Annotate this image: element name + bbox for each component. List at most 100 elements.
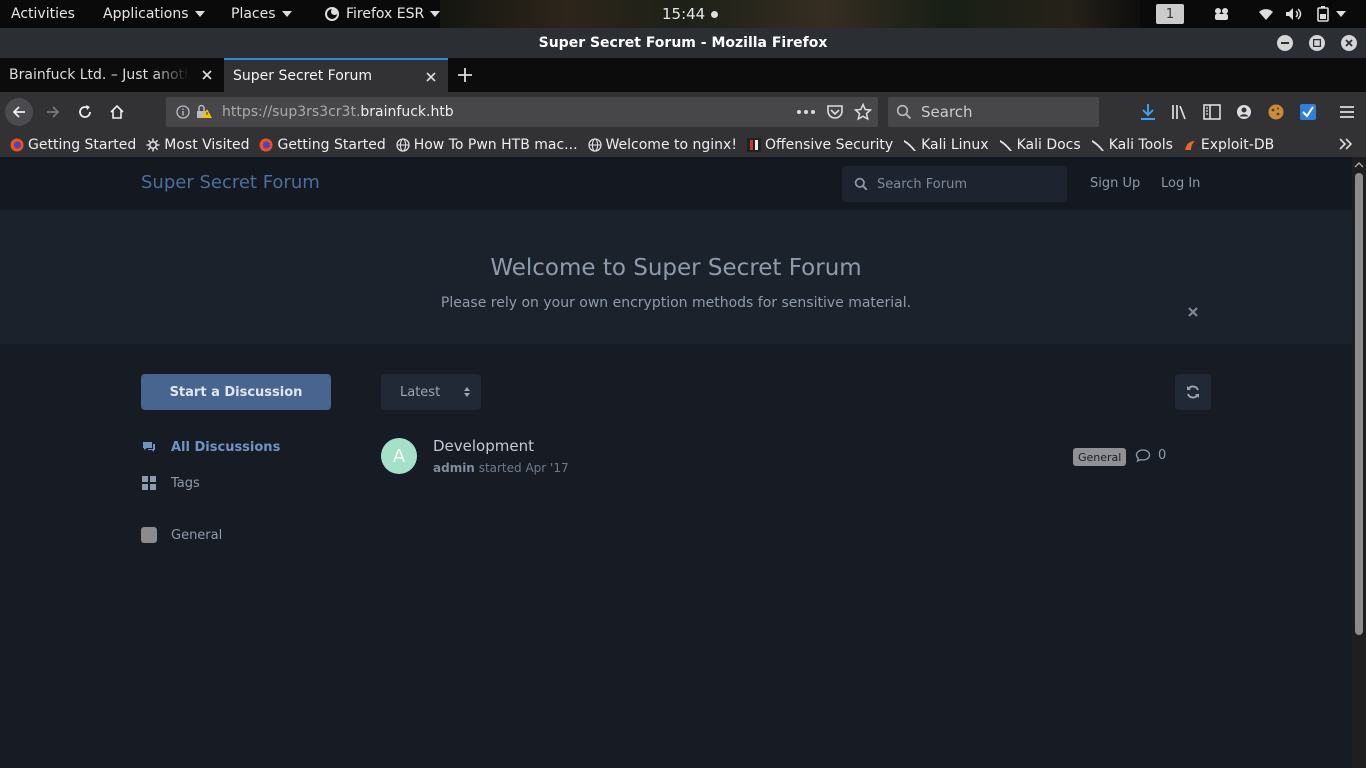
bookmark-how-to-pwn[interactable]: How To Pwn HTB mac... (396, 137, 578, 153)
scroll-up-icon[interactable] (1352, 159, 1366, 171)
activities-button[interactable]: Activities (11, 0, 75, 28)
applications-label: Applications (103, 6, 189, 22)
search-icon (896, 104, 912, 120)
close-tab-icon[interactable] (424, 70, 438, 84)
exploitdb-icon (1184, 140, 1195, 150)
forum-title-link[interactable]: Super Secret Forum (141, 172, 320, 193)
bookmark-label: Kali Docs (1016, 136, 1081, 153)
bookmark-label: Welcome to nginx! (605, 136, 737, 153)
web-search-bar[interactable]: Search (888, 97, 1099, 127)
applications-menu[interactable]: Applications (103, 0, 205, 28)
bookmark-getting-started[interactable]: Getting Started (10, 137, 136, 153)
navigation-toolbar: https://sup3rs3cr3t. brainfuck.htb Search (0, 92, 1366, 132)
places-menu[interactable]: Places (231, 0, 292, 28)
bookmark-welcome-nginx[interactable]: Welcome to nginx! (587, 136, 737, 153)
places-label: Places (231, 6, 276, 22)
tag-badge[interactable]: General (1073, 448, 1127, 466)
power-menu[interactable] (1316, 0, 1346, 28)
start-discussion-button[interactable]: Start a Discussion (141, 374, 331, 410)
sidebar-item-label: All Discussions (171, 439, 281, 455)
reply-count: 0 (1135, 448, 1166, 463)
battery-icon (1317, 6, 1329, 22)
firefox-icon (325, 7, 339, 21)
video-call-icon[interactable] (1213, 0, 1231, 28)
bookmark-kali-tools[interactable]: Kali Tools (1091, 137, 1173, 153)
tab-brainfuck[interactable]: Brainfuck Ltd. – Just another WordPress … (0, 58, 224, 92)
forum-search-input[interactable]: Search Forum (842, 166, 1067, 202)
forum-search-placeholder: Search Forum (877, 176, 968, 192)
tag-color-swatch (141, 527, 157, 543)
grid-icon (142, 476, 156, 490)
home-button[interactable] (103, 98, 131, 126)
log-in-link[interactable]: Log In (1161, 176, 1200, 191)
bookmark-label: Kali Tools (1108, 136, 1173, 153)
refresh-button[interactable] (1175, 374, 1211, 410)
discussion-author[interactable]: admin (433, 461, 475, 475)
firefox-label: Firefox ESR (346, 6, 425, 22)
window-title: Super Secret Forum - Mozilla Firefox (538, 35, 828, 51)
page-content: Super Secret Forum Search Forum Sign Up … (0, 157, 1352, 768)
firefox-app-menu[interactable]: Firefox ESR (324, 0, 441, 28)
notification-dot-icon (711, 10, 719, 18)
search-icon (854, 177, 868, 191)
discussion-title-link[interactable]: Development (433, 437, 534, 455)
library-icon[interactable] (1170, 102, 1190, 122)
bookmark-exploit-db[interactable]: Exploit-DB (1183, 137, 1274, 153)
insecure-lock-icon[interactable] (195, 104, 213, 120)
activities-label: Activities (11, 6, 75, 22)
bookmark-getting-started-2[interactable]: Getting Started (259, 137, 386, 153)
kali-icon (1091, 139, 1104, 151)
bookmark-label: Exploit-DB (1200, 136, 1275, 153)
sidebar-item-all-discussions[interactable]: All Discussions (141, 439, 280, 455)
bookmark-offensive-security[interactable]: Offensive Security (746, 137, 893, 153)
forward-button[interactable] (39, 98, 67, 126)
reply-count-value: 0 (1158, 448, 1167, 463)
avatar[interactable]: A (381, 438, 417, 474)
maximize-icon (1313, 39, 1321, 47)
volume-icon[interactable] (1285, 0, 1303, 28)
tab-super-secret-forum[interactable]: Super Secret Forum (224, 58, 448, 92)
chevron-double-right-icon[interactable] (1338, 137, 1354, 151)
chevron-down-icon (194, 11, 205, 17)
workspace-indicator[interactable]: 1 (1156, 0, 1184, 28)
close-window-button[interactable] (1341, 35, 1357, 51)
checklist-extension-icon[interactable] (1298, 102, 1318, 122)
bookmark-kali-docs[interactable]: Kali Docs (999, 137, 1081, 153)
vertical-scrollbar[interactable] (1352, 157, 1366, 768)
welcome-hero: Welcome to Super Secret Forum Please rel… (0, 210, 1352, 344)
wifi-icon[interactable] (1258, 0, 1274, 28)
discussion-started: started Apr '17 (478, 461, 569, 475)
globe-icon (587, 137, 602, 152)
cookie-extension-icon[interactable] (1266, 102, 1286, 122)
scrollbar-thumb[interactable] (1355, 173, 1363, 635)
pocket-icon[interactable] (826, 104, 844, 120)
clock[interactable]: 15:44 (662, 0, 719, 28)
new-tab-icon[interactable] (455, 65, 475, 85)
minimize-button[interactable] (1277, 35, 1293, 51)
close-icon[interactable] (1186, 305, 1200, 319)
info-icon[interactable] (176, 105, 190, 119)
star-icon[interactable] (854, 103, 872, 121)
bookmark-most-visited[interactable]: Most Visited (146, 137, 249, 153)
hamburger-menu-icon[interactable] (1337, 102, 1357, 122)
more-actions-icon[interactable] (796, 109, 816, 115)
bookmark-label: How To Pwn HTB mac... (413, 136, 578, 153)
sidebar-item-label: Tags (171, 475, 200, 491)
sign-up-link[interactable]: Sign Up (1090, 176, 1140, 191)
maximize-button[interactable] (1309, 35, 1325, 51)
back-button[interactable] (5, 98, 33, 126)
close-tab-icon[interactable] (200, 68, 214, 82)
account-icon[interactable] (1234, 102, 1254, 122)
url-bar[interactable]: https://sup3rs3cr3t. brainfuck.htb (166, 97, 878, 127)
comment-icon (1135, 449, 1151, 463)
reload-button[interactable] (71, 98, 99, 126)
clock-label: 15:44 (662, 5, 706, 23)
url-domain: brainfuck.htb (360, 104, 454, 120)
sort-dropdown[interactable]: Latest (381, 374, 481, 410)
sort-icon (464, 387, 471, 397)
download-icon[interactable] (1138, 102, 1158, 122)
bookmark-kali-linux[interactable]: Kali Linux (903, 137, 989, 153)
sidebar-icon[interactable] (1202, 102, 1222, 122)
sidebar-item-general[interactable]: General (141, 527, 222, 543)
sidebar-item-tags[interactable]: Tags (141, 475, 200, 491)
